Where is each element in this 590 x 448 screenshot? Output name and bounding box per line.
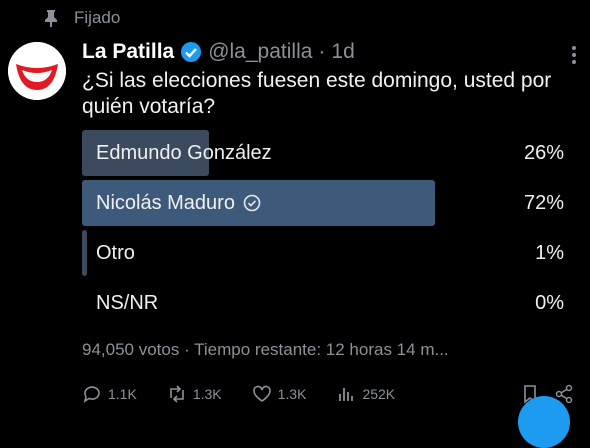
check-circle-icon xyxy=(243,194,261,212)
poll-option-percent: 26% xyxy=(523,141,564,164)
poll-option-label: NS/NR xyxy=(96,291,159,314)
poll-option-percent: 0% xyxy=(535,291,564,314)
repost-button[interactable]: 1.3K xyxy=(167,384,222,404)
action-bar: 1.1K 1.3K 1.3K 252K xyxy=(82,380,582,408)
poll-option: NS/NR 0% xyxy=(82,280,572,326)
compose-fab[interactable] xyxy=(518,396,570,448)
pin-icon xyxy=(44,9,58,27)
poll-option-selected: Nicolás Maduro 72% xyxy=(82,180,572,226)
like-count: 1.3K xyxy=(277,386,307,402)
repost-icon xyxy=(170,385,184,403)
poll-option-label-wrap: Nicolás Maduro xyxy=(96,180,261,226)
author-handle[interactable]: @la_patilla xyxy=(208,40,312,64)
more-icon[interactable] xyxy=(570,44,578,66)
poll-option-percent: 72% xyxy=(523,191,564,214)
views-count: 252K xyxy=(362,386,396,402)
verified-icon xyxy=(180,41,202,63)
poll-meta: 94,050 votos · Tiempo restante: 12 horas… xyxy=(82,340,449,359)
poll-option: Edmundo González 26% xyxy=(82,130,572,176)
tweet-text: ¿Si las elecciones fuesen este domingo, … xyxy=(82,69,552,118)
reply-button[interactable]: 1.1K xyxy=(82,384,137,404)
repost-count: 1.3K xyxy=(192,386,222,402)
reply-icon xyxy=(83,386,100,403)
tweet-time[interactable]: 1d xyxy=(331,40,354,64)
pinned-label: Fijado xyxy=(74,8,121,27)
poll-option: Otro 1% xyxy=(82,230,572,276)
reply-count: 1.1K xyxy=(108,386,137,402)
poll-option-label: Edmundo González xyxy=(96,141,272,164)
poll-option-label: Nicolás Maduro xyxy=(96,191,235,214)
author-name[interactable]: La Patilla xyxy=(82,40,174,64)
tweet-header: La Patilla @la_patilla · 1d xyxy=(82,38,355,66)
pinned-indicator: Fijado xyxy=(44,6,120,30)
bar-chart-icon xyxy=(339,388,354,401)
poll: Edmundo González 26% Nicolás Maduro 72% … xyxy=(82,130,572,330)
heart-icon xyxy=(252,385,271,402)
poll-bar xyxy=(82,230,87,276)
like-button[interactable]: 1.3K xyxy=(252,384,307,404)
avatar[interactable] xyxy=(8,42,66,100)
separator-dot: · xyxy=(318,40,326,63)
views-button[interactable]: 252K xyxy=(336,384,395,404)
poll-option-label: Otro xyxy=(96,241,135,264)
poll-option-percent: 1% xyxy=(535,241,564,264)
